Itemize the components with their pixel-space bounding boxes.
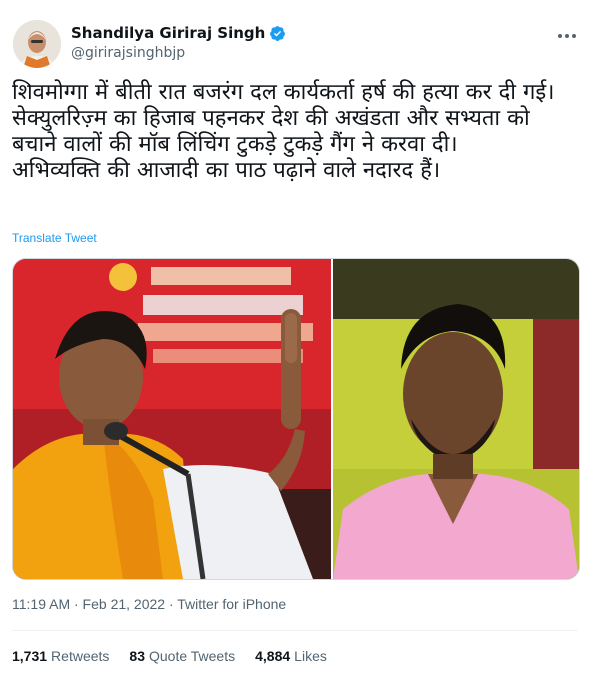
tweet-text-line: शिवमोग्गा में बीती रात बजरंग दल कार्यकर्…: [12, 80, 555, 105]
tweet-text-line: अभिव्यक्ति की आजादी का पाठ पढ़ाने वाले न…: [12, 158, 441, 183]
likes-stat[interactable]: 4,884 Likes: [255, 648, 327, 664]
divider: [12, 630, 578, 631]
tweet-text: शिवमोग्गा में बीती रात बजरंग दल कार्यकर्…: [12, 80, 572, 184]
media-photo-portrait[interactable]: [333, 259, 579, 579]
verified-badge-icon: [270, 25, 286, 41]
retweets-stat[interactable]: 1,731 Retweets: [12, 648, 109, 664]
quote-tweets-stat[interactable]: 83 Quote Tweets: [129, 648, 235, 664]
tweet-media[interactable]: [12, 258, 580, 580]
author-block: Shandilya Giriraj Singh @girirajsinghbjp: [71, 24, 286, 61]
media-photo-speaker[interactable]: [13, 259, 333, 579]
avatar[interactable]: [13, 20, 61, 68]
tweet-timestamp[interactable]: 11:19 AM · Feb 21, 2022 · Twitter for iP…: [12, 596, 286, 612]
translate-tweet-link[interactable]: Translate Tweet: [12, 231, 97, 245]
speaker-photo-image: [13, 259, 331, 579]
tweet-text-line: सेक्युलरिज़्म का हिजाब पहनकर देश की अखंड…: [12, 106, 537, 157]
author-handle[interactable]: @girirajsinghbjp: [71, 45, 286, 61]
portrait-photo-image: [333, 259, 579, 579]
author-name[interactable]: Shandilya Giriraj Singh: [71, 24, 265, 42]
tweet-header: Shandilya Giriraj Singh @girirajsinghbjp: [13, 16, 583, 72]
more-options-icon[interactable]: [555, 24, 579, 48]
engagement-stats: 1,731 Retweets 83 Quote Tweets 4,884 Likes: [12, 648, 327, 664]
